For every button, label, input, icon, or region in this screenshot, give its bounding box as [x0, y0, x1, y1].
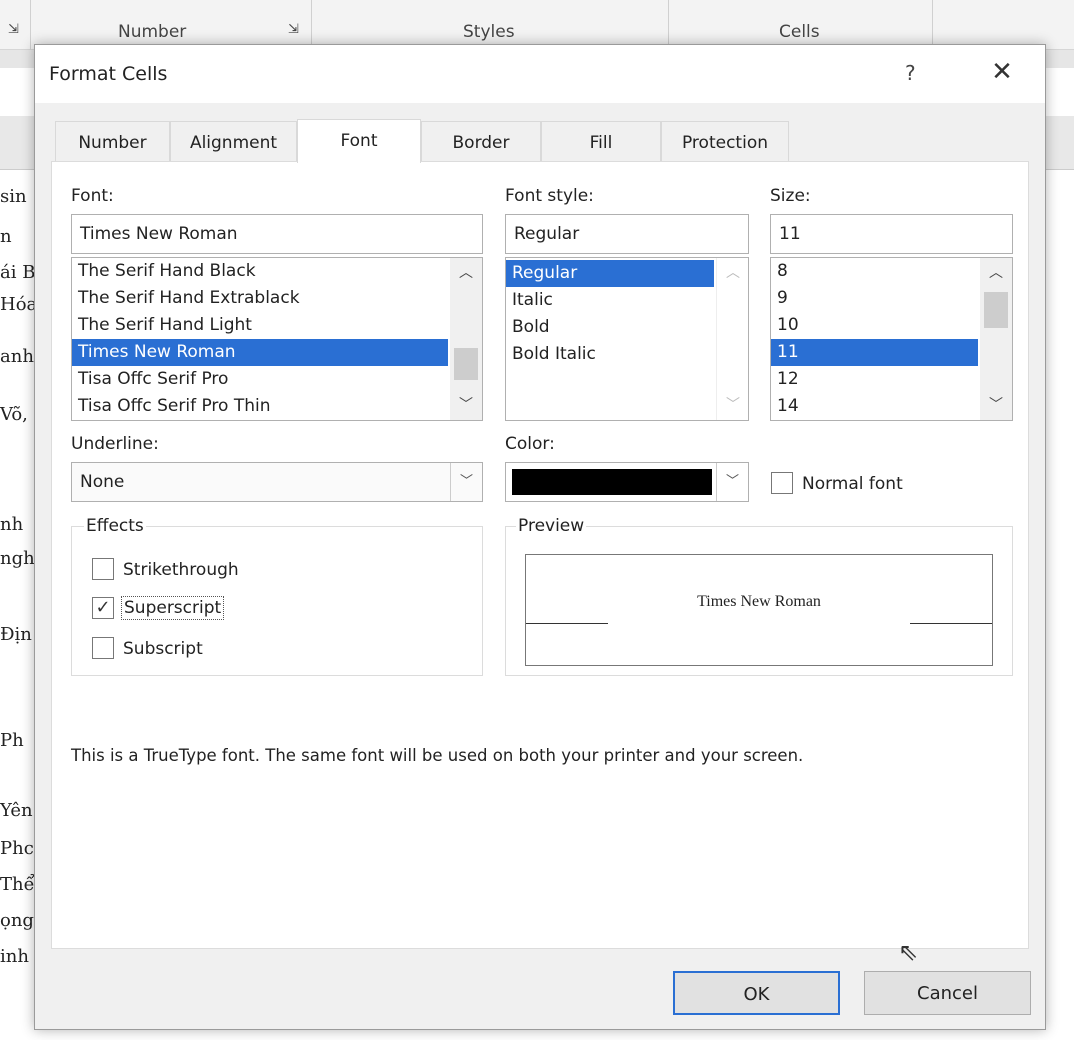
font-option[interactable]: Times New Roman: [72, 339, 448, 366]
underline-value: None: [80, 472, 125, 492]
size-list[interactable]: 8 9 10 11 12 14 ︿ ﹀: [770, 257, 1013, 421]
font-style-option[interactable]: Italic: [506, 287, 714, 314]
preview-box: Times New Roman: [525, 554, 993, 666]
subscript-checkbox[interactable]: [92, 637, 114, 659]
size-option[interactable]: 14: [771, 393, 978, 420]
worksheet-cell-text: ái B: [0, 262, 36, 283]
font-style-scrollbar[interactable]: ︿ ﹀: [716, 258, 748, 420]
worksheet-cell-text: sin: [0, 186, 27, 207]
worksheet-cell-text: inh: [0, 946, 29, 967]
scroll-thumb[interactable]: [984, 292, 1008, 328]
worksheet-cell-text: Hóa: [0, 294, 38, 315]
tab-number[interactable]: Number: [55, 121, 170, 161]
font-option[interactable]: The Serif Hand Light: [72, 312, 448, 339]
worksheet-cell-text: n: [0, 226, 12, 247]
tab-font[interactable]: Font: [297, 119, 421, 163]
strikethrough-label: Strikethrough: [123, 560, 239, 580]
tab-fill[interactable]: Fill: [541, 121, 661, 161]
divider: [311, 0, 312, 50]
effects-label: Effects: [84, 516, 146, 536]
superscript-checkbox[interactable]: ✓: [92, 597, 114, 619]
scroll-down-icon[interactable]: ﹀: [717, 394, 748, 414]
chevron-down-icon[interactable]: ﹀: [716, 463, 748, 501]
normal-font-checkbox[interactable]: [771, 472, 793, 494]
tab-border[interactable]: Border: [421, 121, 541, 161]
font-tab-panel: Font: Times New Roman The Serif Hand Bla…: [51, 161, 1029, 949]
normal-font-label: Normal font: [802, 474, 903, 494]
size-input[interactable]: 11: [770, 214, 1013, 254]
title-bar: Format Cells ? ✕: [35, 45, 1045, 103]
help-button[interactable]: ?: [905, 61, 916, 85]
worksheet-cell-text: Võ,: [0, 404, 28, 425]
tab-protection[interactable]: Protection: [661, 121, 789, 161]
worksheet-cell-text: Phc: [0, 838, 34, 859]
font-list-scrollbar[interactable]: ︿ ﹀: [450, 258, 482, 420]
ribbon-group-cells: Cells: [779, 22, 820, 42]
format-cells-dialog: Format Cells ? ✕ Number Alignment Font B…: [34, 44, 1046, 1030]
size-option[interactable]: 10: [771, 312, 978, 339]
superscript-label: Superscript: [121, 596, 225, 620]
worksheet-cell-text: anh: [0, 346, 34, 367]
close-button[interactable]: ✕: [987, 57, 1017, 87]
size-option[interactable]: 9: [771, 285, 978, 312]
font-option[interactable]: Tisa Offc Serif Pro: [72, 366, 448, 393]
font-label: Font:: [71, 186, 114, 206]
worksheet-cell-text: Địn: [0, 624, 32, 645]
worksheet-cell-text: Thể: [0, 874, 35, 895]
font-input[interactable]: Times New Roman: [71, 214, 483, 254]
strikethrough-checkbox[interactable]: [92, 558, 114, 580]
color-label: Color:: [505, 434, 555, 454]
font-option[interactable]: The Serif Hand Extrablack: [72, 285, 448, 312]
font-style-option[interactable]: Bold Italic: [506, 341, 714, 368]
font-style-input[interactable]: Regular: [505, 214, 749, 254]
size-option[interactable]: 8: [771, 258, 978, 285]
subscript-label: Subscript: [123, 639, 203, 659]
worksheet-cell-text: Yên: [0, 800, 33, 821]
font-style-label: Font style:: [505, 186, 594, 206]
scroll-thumb[interactable]: [454, 348, 478, 380]
mouse-cursor-icon: ⇖: [898, 938, 919, 966]
font-list[interactable]: The Serif Hand Black The Serif Hand Extra…: [71, 257, 483, 421]
font-style-option[interactable]: Regular: [506, 260, 714, 287]
dialog-title: Format Cells: [49, 63, 168, 85]
font-style-option[interactable]: Bold: [506, 314, 714, 341]
dialog-launcher-icon[interactable]: ⇲: [8, 22, 19, 37]
scroll-up-icon[interactable]: ︿: [980, 262, 1012, 282]
tab-alignment[interactable]: Alignment: [170, 121, 297, 161]
color-swatch: [512, 469, 712, 495]
color-select[interactable]: ﹀: [505, 462, 749, 502]
scroll-down-icon[interactable]: ﹀: [980, 394, 1012, 414]
font-style-list[interactable]: Regular Italic Bold Bold Italic ︿ ﹀: [505, 257, 749, 421]
ribbon-group-number: Number: [118, 22, 187, 42]
checkmark-icon: ✓: [95, 597, 111, 618]
divider: [30, 0, 31, 50]
size-label: Size:: [770, 186, 811, 206]
cancel-button[interactable]: Cancel: [864, 971, 1031, 1015]
preview-label: Preview: [516, 516, 587, 536]
underline-select[interactable]: None ﹀: [71, 462, 483, 502]
scroll-up-icon[interactable]: ︿: [450, 262, 482, 282]
preview-text: Times New Roman: [697, 593, 821, 610]
ok-button[interactable]: OK: [673, 971, 840, 1015]
divider: [932, 0, 933, 50]
chevron-down-icon[interactable]: ﹀: [450, 463, 482, 501]
ribbon-group-styles: Styles: [463, 22, 515, 42]
divider: [668, 0, 669, 50]
worksheet-cell-text: nh: [0, 514, 24, 535]
font-info-text: This is a TrueType font. The same font w…: [71, 746, 804, 765]
size-option[interactable]: 12: [771, 366, 978, 393]
scroll-up-icon[interactable]: ︿: [717, 262, 748, 282]
font-option[interactable]: The Serif Hand Black: [72, 258, 448, 285]
ribbon: ⇲ Number ⇲ Styles Cells: [0, 0, 1074, 50]
underline-label: Underline:: [71, 434, 159, 454]
size-option[interactable]: 11: [771, 339, 978, 366]
scroll-down-icon[interactable]: ﹀: [450, 394, 482, 414]
font-option[interactable]: Tisa Offc Serif Pro Thin: [72, 393, 448, 420]
worksheet-cell-text: ọng: [0, 910, 34, 931]
size-list-scrollbar[interactable]: ︿ ﹀: [980, 258, 1012, 420]
dialog-launcher-icon[interactable]: ⇲: [288, 22, 299, 37]
worksheet-cell-text: Ph: [0, 730, 24, 751]
